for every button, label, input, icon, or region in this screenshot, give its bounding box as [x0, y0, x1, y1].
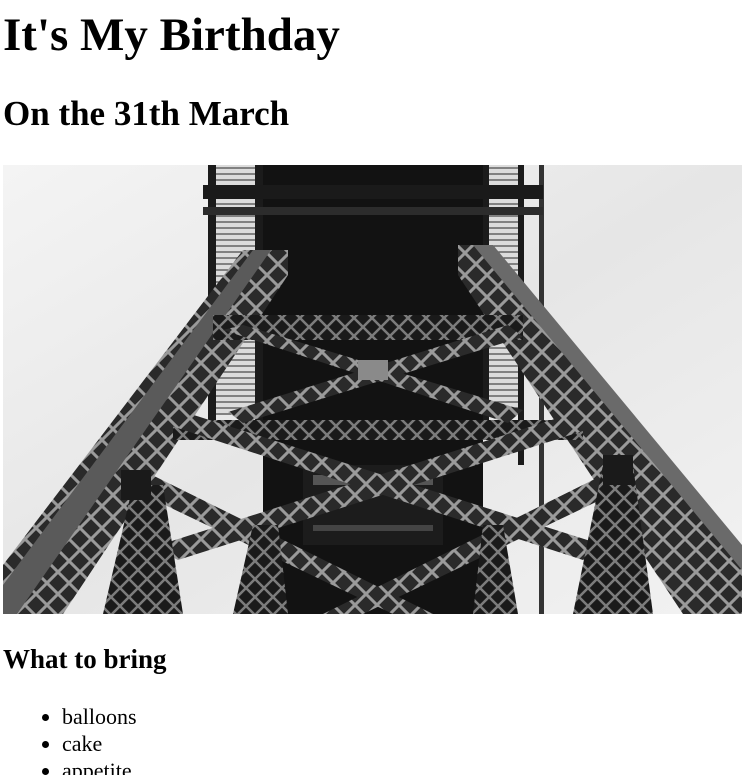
list-item: cake [42, 730, 137, 757]
bullet-icon [42, 714, 49, 721]
list-item: balloons [42, 703, 137, 730]
tower-photo [3, 165, 742, 614]
tower-illustration [3, 165, 742, 614]
page: It's My Birthday On the 31th March What … [0, 0, 742, 775]
bring-heading: What to bring [3, 644, 167, 674]
list-item: appetite [42, 757, 137, 775]
page-subtitle: On the 31th March [3, 94, 290, 133]
list-item-label: cake [62, 731, 103, 756]
page-title: It's My Birthday [3, 9, 340, 61]
list-item-label: balloons [62, 704, 137, 729]
bullet-icon [42, 768, 49, 775]
bring-list: balloons cake appetite [0, 703, 137, 775]
list-item-label: appetite [62, 758, 132, 775]
bullet-icon [42, 741, 49, 748]
